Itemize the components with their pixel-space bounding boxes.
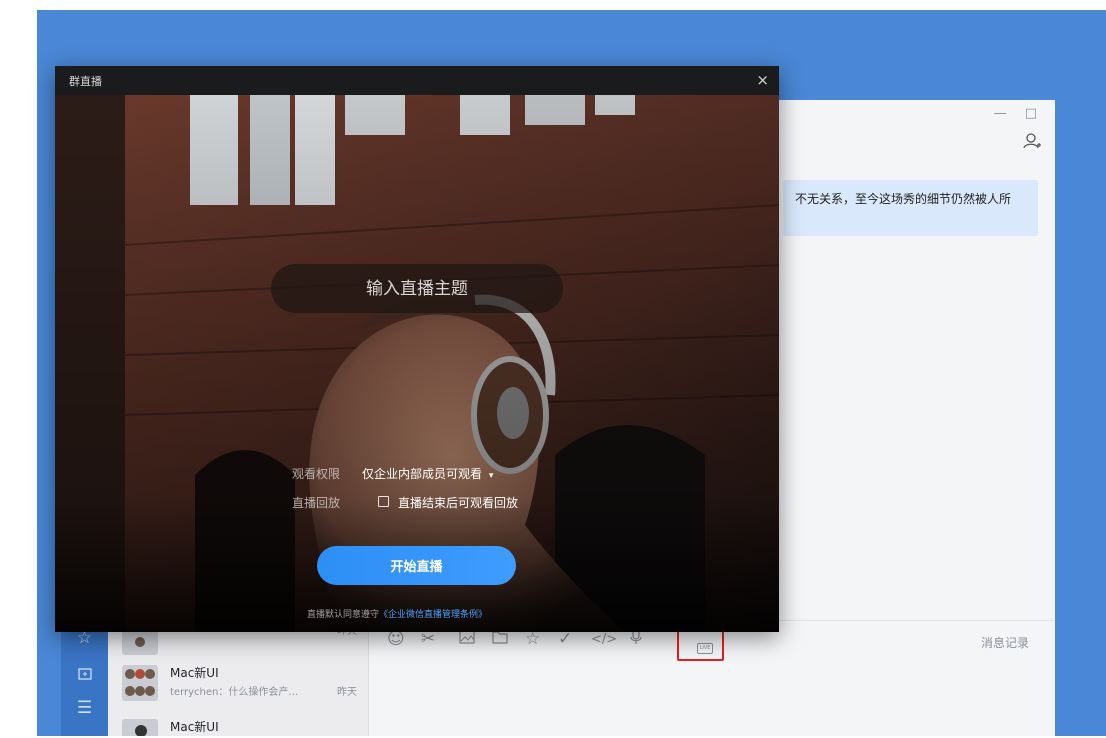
microphone-icon[interactable] [629,629,643,650]
minimize-button[interactable]: — [994,106,1007,121]
chevron-down-icon: ▾ [488,471,494,481]
terms-link[interactable]: 《企业微信直播管理条例》 [379,610,487,620]
star-icon[interactable]: ☆ [525,629,540,649]
permission-select[interactable]: 仅企业内部成员可观看 ▾ [362,465,493,482]
add-member-icon[interactable] [1023,132,1041,155]
conversation-name: Mac新UI [170,666,219,680]
conversation-time: 昨天 [337,687,357,698]
avatar [122,665,158,701]
scissors-icon[interactable]: ✂ [421,629,435,649]
close-icon[interactable]: × [756,71,769,89]
avatar [122,719,158,736]
group-live-dialog: 群直播 × 输入直播主题 观看权限 仅企业内部成员可观看 ▾ 直播回放 直播结束… [55,66,779,632]
background-photo: 观看权限 仅企业内部成员可观看 ▾ 直播回放 直播结束后可观看回放 开始直播 直… [55,95,779,632]
replay-label: 直播回放 [292,496,341,510]
start-live-button[interactable]: 开始直播 [317,546,516,585]
folder-icon[interactable] [492,629,508,649]
replay-option-label[interactable]: 直播结束后可观看回放 [398,494,518,511]
permission-label: 观看权限 [292,467,341,481]
check-icon[interactable]: ✓ [558,629,572,649]
maximize-button[interactable]: □ [1025,106,1037,121]
replay-checkbox[interactable] [378,496,389,507]
list-item[interactable]: Mac新UI terrychen：什么操作会产… 昨天 [108,656,369,708]
window-controls: — □ [994,106,1037,121]
emoji-icon[interactable]: ☺ [387,629,405,649]
permission-value: 仅企业内部成员可观看 [362,467,483,481]
terms-prefix: 直播默认同意遵守 [307,610,380,620]
message-history-link[interactable]: 消息记录 [981,634,1029,651]
menu-icon[interactable]: ☰ [61,698,108,718]
image-icon[interactable] [459,629,475,649]
conversation-name: Mac新UI [170,720,219,734]
topic-input[interactable] [271,264,563,313]
screen-nav-icon[interactable] [61,666,108,686]
list-item[interactable]: Mac新UI [108,710,369,736]
terms-notice: 直播默认同意遵守《企业微信直播管理条例》 [307,607,487,620]
dialog-titlebar: 群直播 × [55,66,779,95]
chat-message-bubble: 不无关系，至今这场秀的细节仍然被人所 [783,180,1038,236]
conversation-preview: terrychen：什么操作会产… [170,687,299,698]
code-icon[interactable]: </> [591,632,617,647]
dialog-title: 群直播 [69,75,102,88]
